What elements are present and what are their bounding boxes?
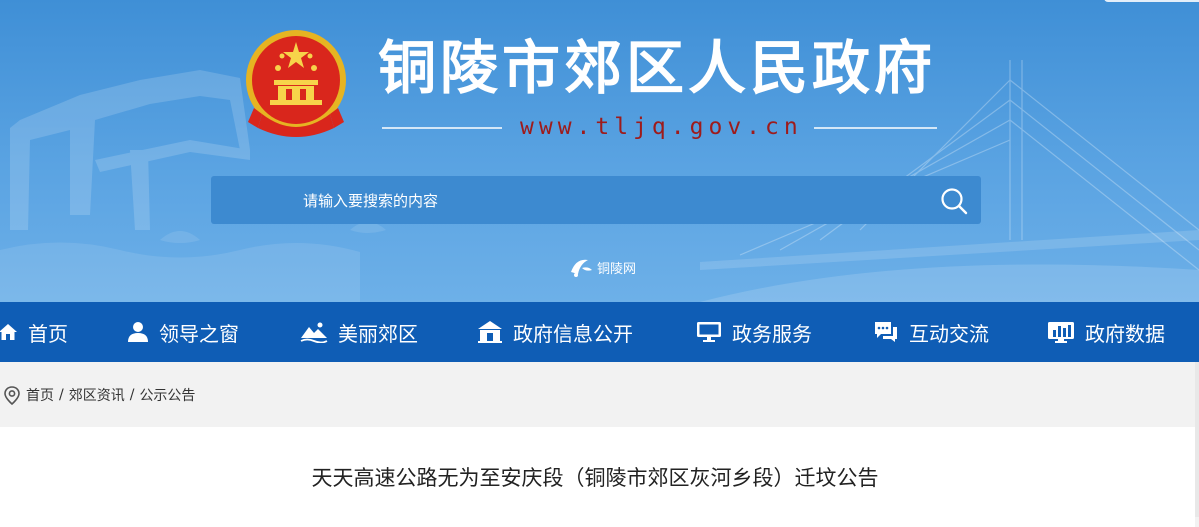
user-icon (128, 322, 148, 342)
site-url-row: www.tljq.gov.cn (382, 112, 937, 142)
article-title: 天天高速公路无为至安庆段（铜陵市郊区灰河乡段）迁坟公告 (311, 466, 879, 490)
monitor-icon (697, 322, 721, 342)
main-nav: 首页 领导之窗 美丽郊区 政府信息公开 政务服务 互动交流 政府数据 (0, 302, 1199, 362)
search-icon[interactable] (939, 186, 969, 216)
url-divider-left (382, 127, 502, 129)
nav-item-label: 领导之窗 (159, 321, 239, 346)
breadcrumb-announcements[interactable]: 公示公告 (139, 385, 195, 405)
data-chart-icon (1048, 322, 1074, 343)
nav-item-home[interactable]: 首页 (0, 302, 68, 362)
nav-item-label: 互动交流 (909, 321, 989, 346)
breadcrumb-home[interactable]: 首页 (26, 385, 54, 405)
search-bar (211, 176, 981, 224)
landscape-icon (300, 322, 328, 343)
nav-item-interaction[interactable]: 互动交流 (873, 302, 989, 362)
nav-item-label: 首页 (28, 321, 68, 346)
national-emblem-logo (246, 30, 346, 137)
breadcrumb-separator: / (129, 387, 135, 403)
nav-item-label: 政务服务 (732, 321, 812, 346)
partner-logo[interactable]: 铜陵网 (568, 256, 636, 278)
nav-item-gov-services[interactable]: 政务服务 (696, 302, 812, 362)
page-scroll-edge (1195, 362, 1199, 517)
site-title: 铜陵市郊区人民政府 (378, 34, 937, 102)
government-building-icon (478, 321, 502, 343)
nav-item-label: 政府信息公开 (513, 321, 633, 346)
breadcrumb: 首页 / 郊区资讯 / 公示公告 (0, 372, 195, 418)
nav-item-gov-data[interactable]: 政府数据 (1047, 302, 1165, 362)
partner-logo-icon (571, 259, 592, 277)
header-banner: 铜陵市郊区人民政府 www.tljq.gov.cn 铜陵网 (0, 0, 1199, 302)
chat-icon (875, 322, 897, 342)
search-input[interactable] (301, 186, 905, 216)
top-corner-tab[interactable] (1104, 0, 1199, 2)
article-panel: 天天高速公路无为至安庆段（铜陵市郊区灰河乡段）迁坟公告 (0, 427, 1195, 527)
nav-item-label: 美丽郊区 (338, 321, 418, 346)
location-pin-icon (4, 386, 20, 405)
nav-item-beautiful-suburb[interactable]: 美丽郊区 (300, 302, 418, 362)
breadcrumb-suburb-news[interactable]: 郊区资讯 (69, 385, 125, 405)
nav-item-gov-info[interactable]: 政府信息公开 (477, 302, 633, 362)
nav-item-leaders[interactable]: 领导之窗 (127, 302, 239, 362)
home-icon (0, 324, 17, 340)
breadcrumb-separator: / (59, 387, 64, 403)
site-url[interactable]: www.tljq.gov.cn (520, 112, 800, 142)
nav-item-label: 政府数据 (1085, 321, 1165, 346)
url-divider-right (814, 127, 937, 129)
partner-logo-text: 铜陵网 (597, 261, 637, 277)
